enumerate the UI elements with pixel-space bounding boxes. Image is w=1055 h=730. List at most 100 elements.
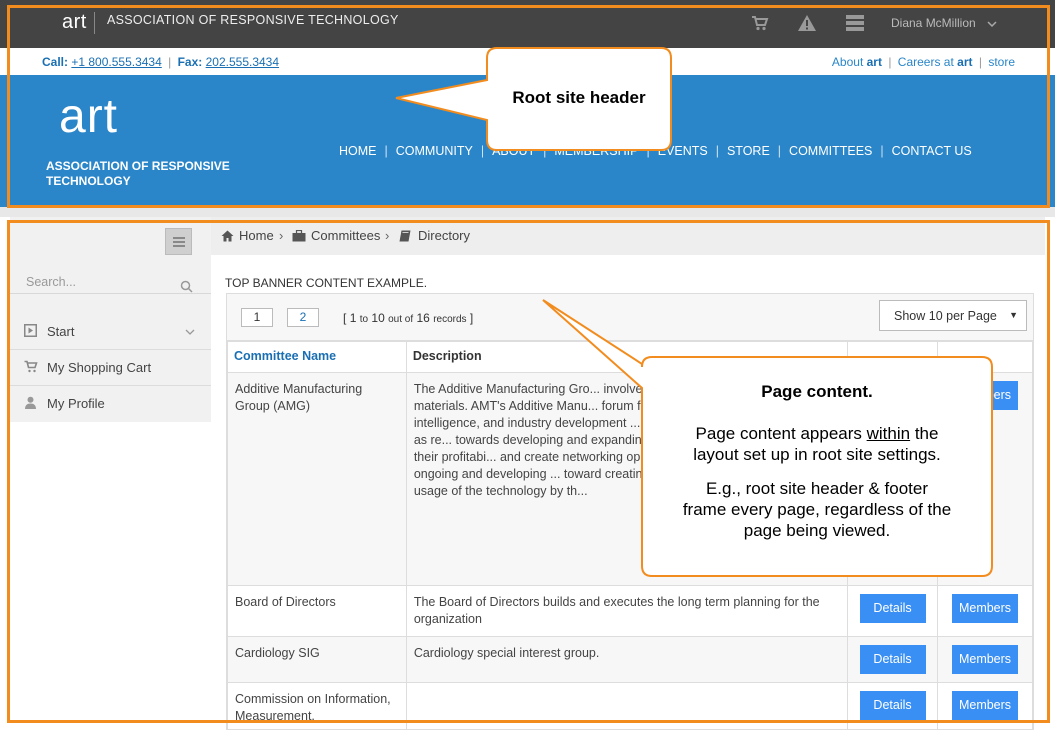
sidebar-item-cart[interactable]: My Shopping Cart: [10, 350, 211, 386]
nav-separator: |: [880, 144, 884, 158]
members-cell: Members: [937, 682, 1033, 730]
site-logo[interactable]: art: [59, 89, 118, 144]
header-gap: [0, 207, 1055, 217]
contact-sep: |: [168, 55, 172, 69]
fax-link[interactable]: 202.555.3434: [206, 55, 279, 69]
col-header-blank: [937, 341, 1033, 373]
call-label: Call:: [42, 55, 69, 69]
callout-spacer: [642, 402, 992, 423]
content-callout-text: Page content. Page content appears withi…: [642, 381, 992, 541]
nav-separator: |: [777, 144, 782, 158]
members-button[interactable]: Members: [952, 691, 1018, 720]
nav-separator: |: [384, 144, 388, 158]
hamburger-icon: [173, 245, 185, 247]
utility-links: About art | Careers at art | store: [832, 55, 1015, 69]
table-header-row: Committee Name Description: [227, 341, 1033, 373]
content-callout-line5: page being viewed.: [743, 521, 891, 540]
cart-icon[interactable]: [751, 14, 771, 34]
details-cell: Details: [847, 636, 939, 683]
breadcrumb-directory: Directory: [418, 228, 471, 243]
alert-icon[interactable]: [797, 14, 817, 34]
play-square-icon: [24, 324, 38, 338]
members-button[interactable]: Members: [952, 645, 1018, 674]
sidebar-item-profile[interactable]: My Profile: [10, 386, 211, 422]
hamburger-icon: [173, 241, 185, 243]
sidebar-item-label: My Shopping Cart: [47, 360, 152, 375]
left-sidebar: Start My Shopping Cart My Profile: [10, 217, 211, 730]
topbar-logo[interactable]: art: [62, 11, 87, 34]
members-cell: Members: [937, 585, 1033, 637]
nav-home[interactable]: HOME: [339, 144, 377, 158]
nav-committees[interactable]: COMMITTEES: [789, 144, 872, 158]
nav-contact-us[interactable]: CONTACT US: [892, 144, 972, 158]
records-summary: [ 1 to 10 out of 16 records ]: [343, 311, 474, 325]
site-org-title: ASSOCIATION OF RESPONSIVE TECHNOLOGY: [46, 159, 230, 188]
nav-membership[interactable]: MEMBERSHIP: [554, 144, 638, 158]
content-callout-title: Page content.: [761, 382, 873, 401]
committee-description: Cardiology special interest group.: [405, 636, 849, 683]
store-link[interactable]: store: [988, 55, 1015, 69]
content-callout-line4: frame every page, regardless of the: [682, 500, 952, 519]
phone-link[interactable]: +1 800.555.3434: [71, 55, 161, 69]
details-cell: Details: [847, 585, 939, 637]
dropdown-arrow-icon: ▼: [1009, 310, 1018, 320]
user-menu[interactable]: Diana McMillion: [891, 16, 976, 30]
nav-about[interactable]: ABOUT: [492, 144, 535, 158]
pager-bar: 1 2 [ 1 to 10 out of 16 records ] Show 1…: [227, 294, 1033, 341]
hamburger-icon: [173, 237, 185, 239]
committee-name: Cardiology SIG: [227, 636, 407, 683]
header-callout-text: Root site header: [512, 88, 646, 107]
members-cell: Members: [937, 636, 1033, 683]
chevron-down-icon[interactable]: [184, 326, 196, 338]
page-1-button[interactable]: 1: [241, 308, 273, 327]
sidebar-item-label: Start: [47, 324, 75, 339]
nav-separator: |: [480, 144, 485, 158]
home-icon: [221, 230, 234, 243]
nav-separator: |: [715, 144, 719, 158]
book-icon: [399, 230, 412, 243]
breadcrumb-separator: ›: [385, 228, 390, 243]
members-button[interactable]: Members: [952, 594, 1018, 623]
per-page-select[interactable]: Show 10 per Page ▼: [879, 300, 1027, 331]
nav-store[interactable]: STORE: [727, 144, 770, 158]
nav-separator: |: [646, 144, 650, 158]
details-button[interactable]: Details: [859, 645, 926, 674]
col-header-blank: [847, 341, 939, 373]
nav-community[interactable]: COMMUNITY: [396, 144, 473, 158]
about-link[interactable]: About art: [832, 55, 882, 69]
nav-events[interactable]: EVENTS: [658, 144, 708, 158]
table-row: Cardiology SIG Cardiology special intere…: [227, 636, 1033, 683]
page-2-button[interactable]: 2: [287, 308, 319, 327]
committee-name: Commission on Information, Measurement,: [227, 682, 407, 730]
per-page-value: Show 10 per Page: [894, 309, 997, 323]
col-header-description: Description: [405, 341, 849, 373]
user-icon: [24, 396, 38, 410]
callout-spacer: [642, 465, 992, 478]
sidebar-item-start[interactable]: Start: [10, 314, 211, 350]
sidebar-search-input[interactable]: [26, 275, 176, 289]
sidebar-empty-area: [10, 422, 211, 730]
search-icon[interactable]: [180, 278, 193, 293]
menu-toggle-button[interactable]: [165, 228, 192, 255]
cart-icon: [24, 360, 38, 374]
contact-info: Call: +1 800.555.3434 | Fax: 202.555.343…: [42, 55, 279, 69]
top-bar: art ASSOCIATION OF RESPONSIVE TECHNOLOGY…: [0, 0, 1055, 48]
server-icon[interactable]: [845, 14, 865, 34]
nav-separator: |: [543, 144, 547, 158]
details-button[interactable]: Details: [859, 594, 926, 623]
breadcrumb: Home › Committees › Directory: [211, 217, 1045, 255]
committee-name: Board of Directors: [227, 585, 407, 637]
careers-link[interactable]: Careers at art: [898, 55, 973, 69]
col-header-name[interactable]: Committee Name: [227, 341, 407, 373]
briefcase-icon: [292, 229, 306, 243]
top-banner: TOP BANNER CONTENT EXAMPLE.: [225, 276, 428, 290]
committee-description: [405, 682, 849, 730]
breadcrumb-committees[interactable]: Committees: [311, 228, 380, 243]
chevron-down-icon[interactable]: [986, 15, 998, 28]
breadcrumb-home[interactable]: Home: [239, 228, 274, 243]
topbar-org-name: ASSOCIATION OF RESPONSIVE TECHNOLOGY: [107, 13, 399, 27]
committee-name: Additive Manufacturing Group (AMG): [227, 372, 407, 586]
details-button[interactable]: Details: [859, 691, 926, 720]
details-cell: Details: [847, 682, 939, 730]
table-row: Board of Directors The Board of Director…: [227, 585, 1033, 637]
